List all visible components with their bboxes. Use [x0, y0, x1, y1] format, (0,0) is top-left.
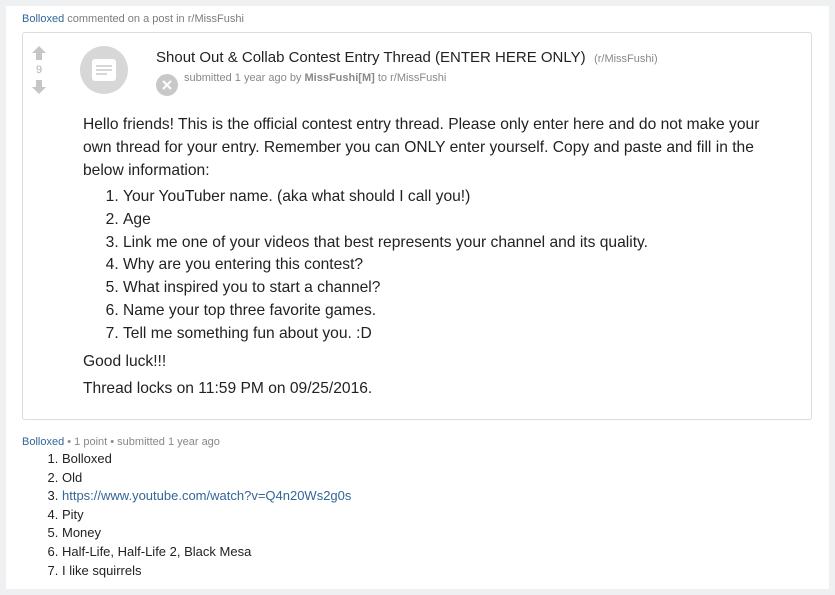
- separator-dot: •: [107, 436, 118, 448]
- parent-post: 9 Shout Out & Collab Contest Entry Threa…: [22, 32, 812, 420]
- comment-submitted: submitted: [117, 436, 165, 448]
- tagline-to: to: [377, 72, 388, 84]
- post-author-link[interactable]: MissFushi[M]: [305, 72, 375, 84]
- comment-author-link[interactable]: Bolloxed: [22, 436, 64, 448]
- text-post-thumbnail[interactable]: [80, 46, 128, 94]
- youtube-link[interactable]: https://www.youtube.com/watch?v=Q4n20Ws2…: [62, 488, 351, 503]
- tagline-by: by: [289, 72, 302, 84]
- list-item: I like squirrels: [62, 562, 351, 581]
- close-icon: [162, 80, 172, 90]
- comment-points: 1 point: [74, 436, 108, 448]
- post-body: Hello friends! This is the official cont…: [83, 113, 783, 400]
- list-item: Pity: [62, 506, 351, 525]
- header-action-text: commented on a post in: [67, 13, 185, 25]
- activity-header: Bolloxed commented on a post in r/MissFu…: [22, 13, 244, 25]
- header-subreddit-link[interactable]: r/MissFushi: [188, 13, 244, 25]
- post-question-list: Your YouTuber name. (aka what should I c…: [83, 186, 783, 346]
- list-item: Bolloxed: [62, 450, 351, 469]
- list-item: Half-Life, Half-Life 2, Black Mesa: [62, 543, 351, 562]
- expando-close-button[interactable]: [156, 74, 178, 96]
- tagline-time: 1 year ago: [234, 72, 287, 84]
- list-item: Old: [62, 469, 351, 488]
- separator-dot: •: [64, 436, 75, 448]
- list-item: Tell me something fun about you. :D: [123, 323, 783, 346]
- header-user-link[interactable]: Bolloxed: [22, 13, 64, 25]
- post-tagline: submitted 1 year ago by MissFushi[M] to …: [184, 72, 446, 84]
- mod-tag: [M]: [358, 72, 375, 84]
- post-title-link[interactable]: Shout Out & Collab Contest Entry Thread …: [156, 49, 586, 66]
- downvote-arrow-icon[interactable]: [31, 79, 47, 95]
- post-title-row: Shout Out & Collab Contest Entry Thread …: [156, 49, 658, 67]
- list-item: https://www.youtube.com/watch?v=Q4n20Ws2…: [62, 487, 351, 506]
- list-item: Age: [123, 209, 783, 232]
- author-name: MissFushi: [304, 72, 359, 84]
- post-good-luck: Good luck!!!: [83, 352, 167, 370]
- post-intro: Hello friends! This is the official cont…: [83, 116, 760, 179]
- text-post-icon: [92, 59, 116, 81]
- tagline-submitted: submitted: [184, 72, 232, 84]
- post-lock-notice: Thread locks on 11:59 PM on 09/25/2016.: [83, 379, 373, 397]
- comment-body: Bolloxed Old https://www.youtube.com/wat…: [22, 450, 351, 580]
- list-item: Name your top three favorite games.: [123, 300, 783, 323]
- vote-column: 9: [31, 45, 47, 95]
- upvote-arrow-icon[interactable]: [31, 45, 47, 61]
- list-item: Link me one of your videos that best rep…: [123, 232, 783, 255]
- list-item: Money: [62, 524, 351, 543]
- comment-answer-list: Bolloxed Old https://www.youtube.com/wat…: [22, 450, 351, 580]
- list-item: Why are you entering this contest?: [123, 254, 783, 277]
- tagline-subreddit-link[interactable]: r/MissFushi: [390, 72, 446, 84]
- comment-tagline: Bolloxed • 1 point • submitted 1 year ag…: [22, 436, 220, 448]
- comment-card: Bolloxed commented on a post in r/MissFu…: [6, 6, 829, 589]
- post-score: 9: [35, 64, 43, 76]
- list-item: What inspired you to start a channel?: [123, 277, 783, 300]
- list-item: Your YouTuber name. (aka what should I c…: [123, 186, 783, 209]
- comment-time: 1 year ago: [167, 436, 220, 448]
- post-title-subreddit: (r/MissFushi): [594, 53, 658, 65]
